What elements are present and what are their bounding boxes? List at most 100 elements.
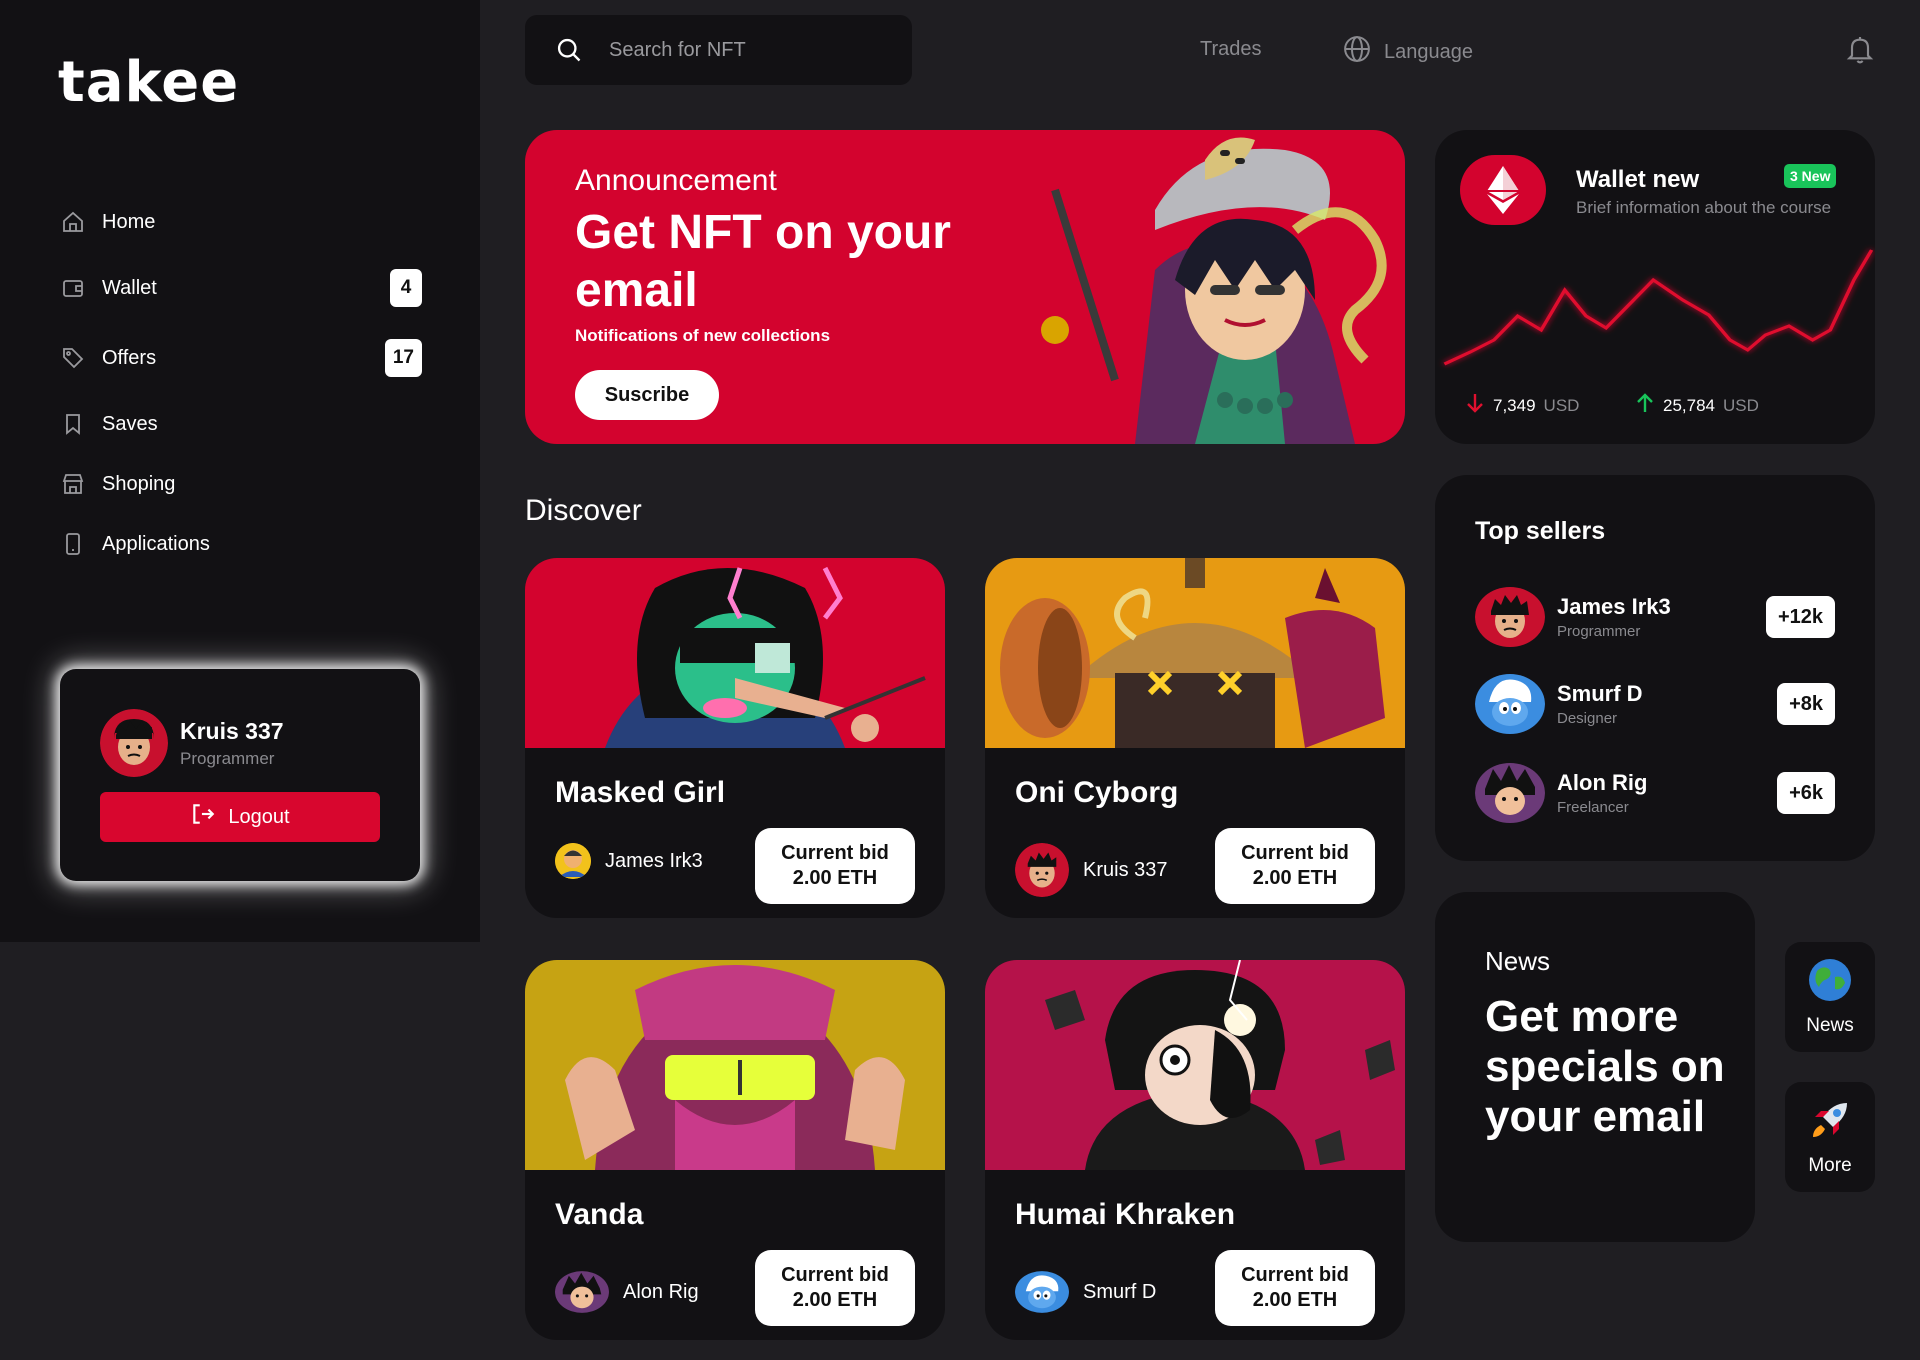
nft-title: Vanda: [555, 1198, 644, 1231]
sidebar-item-applications[interactable]: Applications: [60, 524, 422, 564]
news-kicker: News: [1485, 946, 1551, 976]
store-icon: [60, 471, 86, 497]
wallet-subtitle: Brief information about the course: [1576, 198, 1832, 217]
bid-label: Current bid: [1241, 1264, 1349, 1286]
nft-artwork: [985, 960, 1405, 1170]
down-currency: USD: [1543, 395, 1580, 415]
top-sellers-title: Top sellers: [1475, 517, 1606, 545]
search-bar: [525, 15, 912, 85]
subscribe-button[interactable]: Suscribe: [575, 370, 719, 420]
wallet-trend-line: [1443, 249, 1874, 366]
sidebar-item-label: Applications: [102, 532, 210, 555]
avatar: [555, 1265, 609, 1319]
nft-card-masked-girl[interactable]: Masked Girl James Irk3 Current bid 2.00 …: [525, 558, 945, 918]
avatar: [1475, 674, 1545, 734]
more-tile-label: More: [1808, 1155, 1852, 1176]
banner-kicker: Announcement: [575, 164, 777, 197]
seller-delta-badge: +6k: [1777, 772, 1835, 814]
seller-name: James Irk3: [1557, 594, 1671, 619]
down-value: 7,349: [1493, 395, 1536, 415]
avatar: [1475, 587, 1545, 647]
avatar: [1475, 763, 1545, 823]
news-tile-button[interactable]: News: [1785, 942, 1875, 1052]
sidebar-item-shoping[interactable]: Shoping: [60, 464, 422, 504]
avatar: [555, 843, 591, 879]
more-tile-button[interactable]: More: [1785, 1082, 1875, 1192]
tag-icon: [60, 345, 86, 371]
current-bid-button[interactable]: Current bid 2.00 ETH: [1215, 1250, 1375, 1326]
seller-row[interactable]: Smurf D Designer +8k: [1475, 674, 1835, 734]
notification-bell-icon[interactable]: [1844, 33, 1876, 70]
sidebar-item-offers[interactable]: Offers 17: [60, 338, 422, 378]
sidebar-item-saves[interactable]: Saves: [60, 404, 422, 444]
avatar: [1015, 1265, 1069, 1319]
seller-delta-badge: +8k: [1777, 683, 1835, 725]
seller-name: Alon Rig: [1557, 770, 1648, 795]
sidebar-item-home[interactable]: Home: [60, 202, 422, 242]
arrow-up-icon: [1635, 392, 1655, 419]
logout-icon: [190, 801, 216, 833]
nft-title: Masked Girl: [555, 776, 726, 809]
bid-label: Current bid: [1241, 842, 1349, 864]
banner-headline: Get NFT on your email: [575, 206, 951, 317]
seller-row[interactable]: James Irk3 Programmer +12k: [1475, 587, 1835, 647]
wallet-card[interactable]: Wallet new 3 New Brief information about…: [1435, 130, 1875, 444]
sidebar-item-label: Shoping: [102, 472, 176, 495]
arrow-down-icon: [1465, 392, 1485, 419]
bid-value: 2.00 ETH: [1252, 1289, 1338, 1311]
owner-name: Alon Rig: [623, 1280, 699, 1303]
nft-owner[interactable]: Kruis 337: [1015, 843, 1168, 897]
sidebar: takee Home Wallet 4 Offers 17 Saves Shop…: [0, 0, 480, 942]
top-sellers-panel: Top sellers James Irk3 Programmer +12k S…: [1435, 475, 1875, 861]
rocket-icon: [1807, 1097, 1853, 1149]
nft-title: Humai Khraken: [1015, 1198, 1236, 1231]
nft-artwork: [525, 960, 945, 1170]
nft-owner[interactable]: Smurf D: [1015, 1265, 1156, 1319]
nft-card-oni-cyborg[interactable]: Oni Cyborg Kruis 337 Current bid 2.00 ET…: [985, 558, 1405, 918]
phone-icon: [60, 531, 86, 557]
current-bid-button[interactable]: Current bid 2.00 ETH: [755, 828, 915, 904]
owner-name: Kruis 337: [1083, 858, 1168, 881]
offers-count-badge: 17: [384, 339, 422, 377]
avatar: [1015, 843, 1069, 897]
search-icon[interactable]: [555, 36, 583, 64]
language-label: Language: [1384, 40, 1473, 63]
wallet-up-stat: 25,784 USD: [1635, 392, 1759, 419]
profile-card: Kruis 337 Programmer Logout: [60, 669, 420, 881]
nft-card-humai-khraken[interactable]: Humai Khraken Smurf D Current bid 2.00 E…: [985, 960, 1405, 1340]
logout-button[interactable]: Logout: [100, 792, 380, 842]
up-currency: USD: [1723, 395, 1759, 415]
nft-owner[interactable]: James Irk3: [555, 843, 703, 879]
nft-owner[interactable]: Alon Rig: [555, 1265, 699, 1319]
news-card[interactable]: News Get more specials on your email: [1435, 892, 1755, 1242]
globe-icon: [1807, 957, 1853, 1009]
wallet-title: Wallet new: [1576, 166, 1700, 193]
bid-value: 2.00 ETH: [1252, 867, 1338, 889]
trades-link[interactable]: Trades: [1200, 38, 1262, 61]
app-logo[interactable]: takee: [58, 50, 239, 115]
current-bid-button[interactable]: Current bid 2.00 ETH: [1215, 828, 1375, 904]
up-value: 25,784: [1663, 395, 1715, 415]
owner-name: Smurf D: [1083, 1280, 1157, 1303]
profile-name: Kruis 337: [180, 717, 284, 744]
wallet-icon: [60, 275, 86, 301]
seller-row[interactable]: Alon Rig Freelancer +6k: [1475, 763, 1835, 823]
bookmark-icon: [60, 411, 86, 437]
nft-card-vanda[interactable]: Vanda Alon Rig Current bid 2.00 ETH: [525, 960, 945, 1340]
language-selector[interactable]: Language: [1342, 34, 1473, 70]
current-bid-button[interactable]: Current bid 2.00 ETH: [755, 1250, 915, 1326]
avatar[interactable]: [100, 709, 168, 777]
banner-subtext: Notifications of new collections: [575, 326, 831, 345]
sidebar-item-wallet[interactable]: Wallet 4: [60, 268, 422, 308]
seller-delta-badge: +12k: [1765, 596, 1835, 638]
logout-label: Logout: [228, 805, 290, 828]
seller-name: Smurf D: [1557, 681, 1643, 706]
bid-value: 2.00 ETH: [792, 867, 878, 889]
bid-label: Current bid: [781, 1264, 889, 1286]
search-input[interactable]: [609, 38, 869, 62]
owner-name: James Irk3: [605, 849, 703, 872]
new-badge: 3 New: [1784, 164, 1837, 188]
home-icon: [60, 209, 86, 235]
news-tile-label: News: [1806, 1015, 1854, 1036]
nft-artwork: [985, 558, 1405, 748]
